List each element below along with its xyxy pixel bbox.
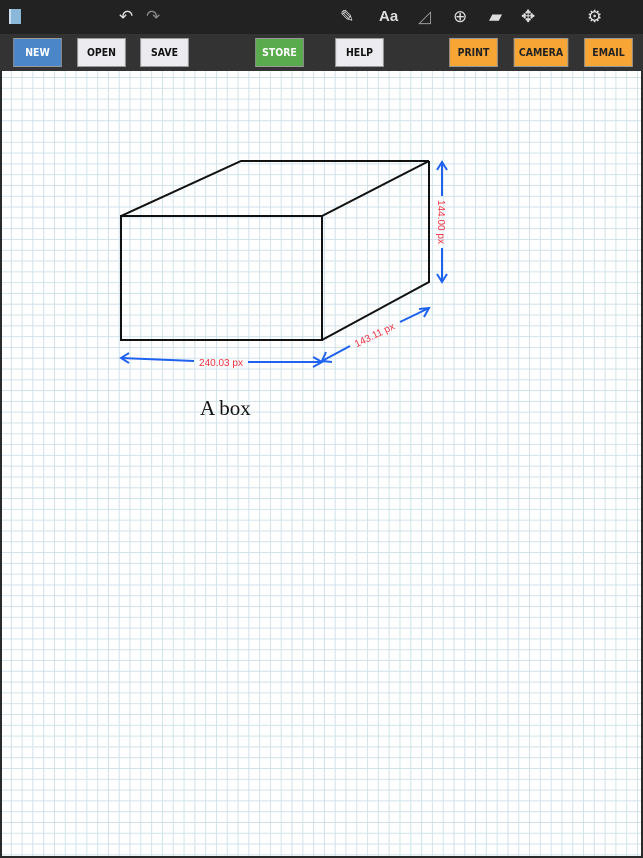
drawing-layer: 240.03 px 143.11 px 144.00 px A box [119, 160, 448, 420]
box-front-face [120, 215, 323, 341]
caption-text[interactable]: A box [200, 396, 251, 420]
height-measure-label: 144.00 px [435, 200, 446, 244]
box-top-face [120, 160, 430, 217]
width-measure-line [120, 357, 195, 362]
depth-measure-label: 143.11 px [353, 321, 397, 350]
box-shape [120, 160, 430, 341]
width-measure-label: 240.03 px [199, 358, 243, 369]
